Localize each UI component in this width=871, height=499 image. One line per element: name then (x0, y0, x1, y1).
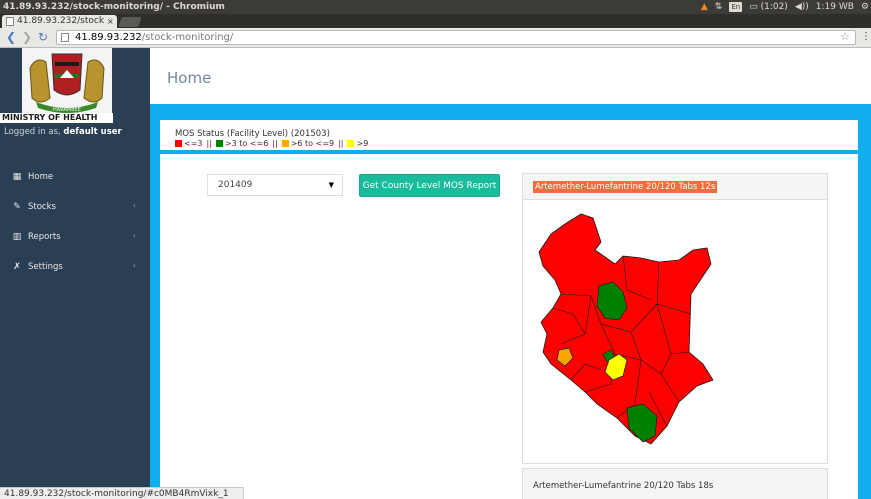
legend-separator: || (272, 139, 278, 148)
legend-label: >6 to <=9 (290, 139, 335, 148)
dropdown-caret-icon: ▼ (328, 181, 334, 189)
os-top-bar: 41.89.93.232/stock-monitoring/ - Chromiu… (0, 0, 871, 14)
network-transfer-icon[interactable]: ⇅ (715, 0, 723, 14)
page-header: Home (150, 48, 871, 104)
sidebar-item-label: Reports (28, 232, 61, 242)
map-card-title: Artemether-Lumefantrine 20/120 Tabs 18s (533, 481, 714, 491)
volume-icon[interactable]: ◀)) (795, 0, 809, 14)
sidebar-item-settings[interactable]: ✗ Settings ‹ (0, 252, 150, 282)
mos-status-title: MOS Status (Facility Level) (201503) (175, 129, 330, 139)
coat-of-arms-logo: HARAMBEE (22, 48, 112, 114)
table-icon: ▦ (12, 172, 22, 182)
sidebar-item-home[interactable]: ▦ Home (0, 162, 150, 192)
county-region[interactable] (538, 213, 714, 445)
vlc-icon[interactable]: ▲ (701, 0, 708, 14)
legend-swatch (347, 140, 355, 147)
url-host: 41.89.93.232 (75, 32, 142, 43)
sidebar-item-label: Home (28, 172, 54, 182)
legend-swatch (281, 140, 289, 147)
main-area: Home MOS Status (Facility Level) (201503… (150, 48, 871, 499)
legend-swatch (215, 140, 223, 147)
sidebar-item-label: Settings (28, 262, 63, 272)
battery-icon: ▭ (749, 2, 758, 12)
map-card-12s: Artemether-Lumefantrine 20/120 Tabs 12s (522, 173, 828, 464)
wrench-icon: ✗ (13, 262, 21, 272)
bar-chart-icon: ▥ (12, 232, 22, 242)
clock[interactable]: 1:19 WB (816, 0, 854, 14)
legend-swatch (175, 140, 182, 147)
chevron-left-icon: ‹ (132, 201, 136, 210)
logged-in-text: Logged in as, default user (4, 127, 122, 137)
browser-menu-icon[interactable]: ⋮ (861, 31, 871, 42)
bookmark-star-icon[interactable]: ☆ (840, 30, 850, 43)
system-tray: ▲ ⇅ En ▭ (1:02) ◀)) 1:19 WB ⚙ (701, 0, 869, 14)
legend-label: <=3 (184, 139, 203, 148)
mos-legend: <=3 || >3 to <=6 || >6 to <=9 || >9 (175, 139, 368, 148)
period-select-value: 201409 (218, 180, 253, 190)
legend-separator: || (206, 139, 212, 148)
keyboard-layout-indicator[interactable]: En (729, 2, 743, 12)
edit-icon: ✎ (13, 202, 21, 212)
browser-tab-strip: 41.89.93.232/stock- × (0, 14, 871, 28)
window-title: 41.89.93.232/stock-monitoring/ - Chromiu… (3, 2, 225, 12)
url-path: /stock-monitoring/ (141, 32, 234, 43)
logged-in-prefix: Logged in as, (4, 127, 61, 137)
battery-indicator[interactable]: ▭ (1:02) (749, 0, 788, 14)
map-card-18s: Artemether-Lumefantrine 20/120 Tabs 18s (522, 468, 828, 499)
page-title: Home (167, 69, 212, 87)
new-tab-button[interactable] (118, 17, 142, 27)
map-card-title: Artemether-Lumefantrine 20/120 Tabs 12s (533, 181, 718, 193)
content-panel: 201409 ▼ Get County Level MOS Report Art… (160, 154, 858, 499)
map-card-header: Artemether-Lumefantrine 20/120 Tabs 12s (523, 174, 827, 200)
forward-icon[interactable]: ❯ (22, 30, 32, 44)
browser-tab[interactable]: 41.89.93.232/stock- × (2, 15, 117, 28)
sidebar-item-label: Stocks (28, 202, 56, 212)
chevron-left-icon: ‹ (132, 231, 136, 240)
reload-icon[interactable]: ↻ (38, 30, 48, 44)
mos-status-panel: MOS Status (Facility Level) (201503) <=3… (160, 120, 858, 150)
battery-time: (1:02) (760, 2, 788, 12)
legend-separator: || (338, 139, 344, 148)
legend-label: >9 (356, 139, 369, 148)
session-icon[interactable]: ⚙ (861, 0, 869, 14)
status-bar-url: 41.89.93.232/stock-monitoring/#c0MB4RmVi… (0, 487, 244, 499)
back-icon[interactable]: ❮ (6, 30, 16, 44)
sidebar-item-stocks[interactable]: ✎ Stocks ‹ (0, 192, 150, 222)
county-mos-report-button[interactable]: Get County Level MOS Report (359, 174, 500, 197)
address-bar[interactable]: 41.89.93.232/stock-monitoring/ ☆ (56, 30, 856, 45)
page-favicon-icon (6, 17, 14, 26)
period-select[interactable]: 201409 ▼ (207, 174, 343, 196)
sidebar-item-reports[interactable]: ▥ Reports ‹ (0, 222, 150, 252)
browser-toolbar: ❮ ❯ ↻ 41.89.93.232/stock-monitoring/ ☆ ⋮ (0, 28, 871, 48)
legend-label: >3 to <=6 (224, 139, 269, 148)
kenya-county-map[interactable] (531, 204, 721, 454)
close-tab-icon[interactable]: × (107, 15, 117, 28)
page-icon (61, 33, 69, 42)
sidebar: HARAMBEE MINISTRY OF HEALTH Logged in as… (0, 48, 150, 499)
username: default user (63, 127, 122, 137)
tab-title: 41.89.93.232/stock- (17, 16, 104, 26)
chevron-left-icon: ‹ (132, 261, 136, 270)
side-menu: ▦ Home ✎ Stocks ‹ ▥ Reports ‹ ✗ Settings ‹ (0, 162, 150, 282)
ministry-label: MINISTRY OF HEALTH (0, 113, 113, 123)
